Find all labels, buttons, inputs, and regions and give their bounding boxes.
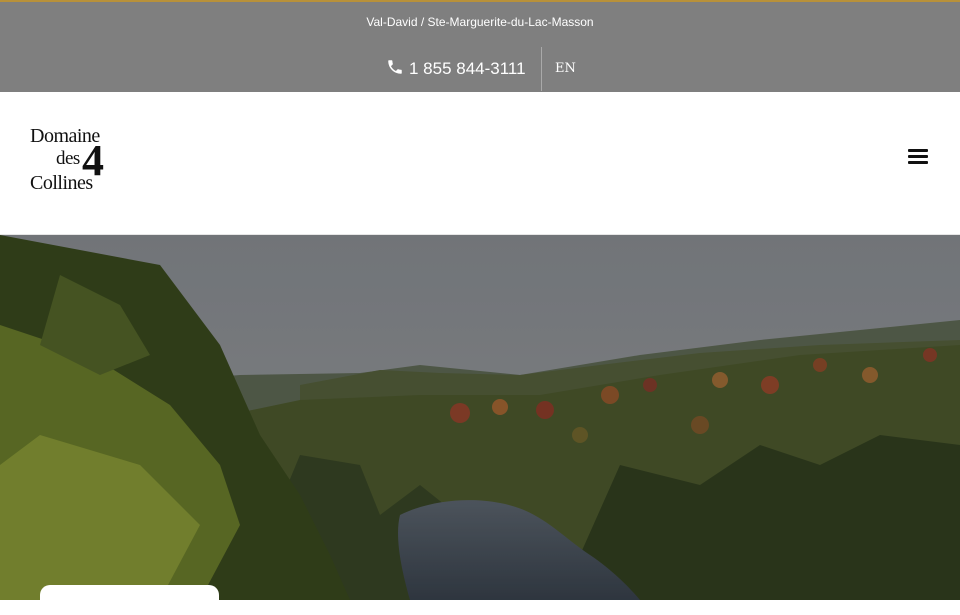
contact-row: 1 855 844-3111 EN bbox=[0, 46, 960, 92]
top-bar: Val-David / Ste-Marguerite-du-Lac-Masson… bbox=[0, 0, 960, 92]
site-header: Domaine des 4 Collines bbox=[0, 92, 960, 235]
logo-word-collines: Collines bbox=[30, 172, 93, 194]
floating-cta-tab[interactable] bbox=[40, 585, 219, 615]
divider bbox=[541, 47, 542, 91]
phone-number: 1 855 844-3111 bbox=[409, 59, 526, 78]
accent-line bbox=[0, 0, 960, 2]
hero-image bbox=[0, 235, 960, 600]
language-switch-link[interactable]: EN bbox=[555, 61, 576, 76]
location-text: Val-David / Ste-Marguerite-du-Lac-Masson bbox=[366, 15, 594, 29]
aerial-forest-lake-icon bbox=[0, 235, 960, 600]
site-logo[interactable]: Domaine des 4 Collines bbox=[30, 125, 120, 201]
hamburger-icon[interactable] bbox=[908, 149, 928, 165]
phone-icon bbox=[386, 58, 404, 81]
phone-link[interactable]: 1 855 844-3111 bbox=[386, 56, 526, 82]
logo-word-des: des bbox=[56, 148, 80, 169]
